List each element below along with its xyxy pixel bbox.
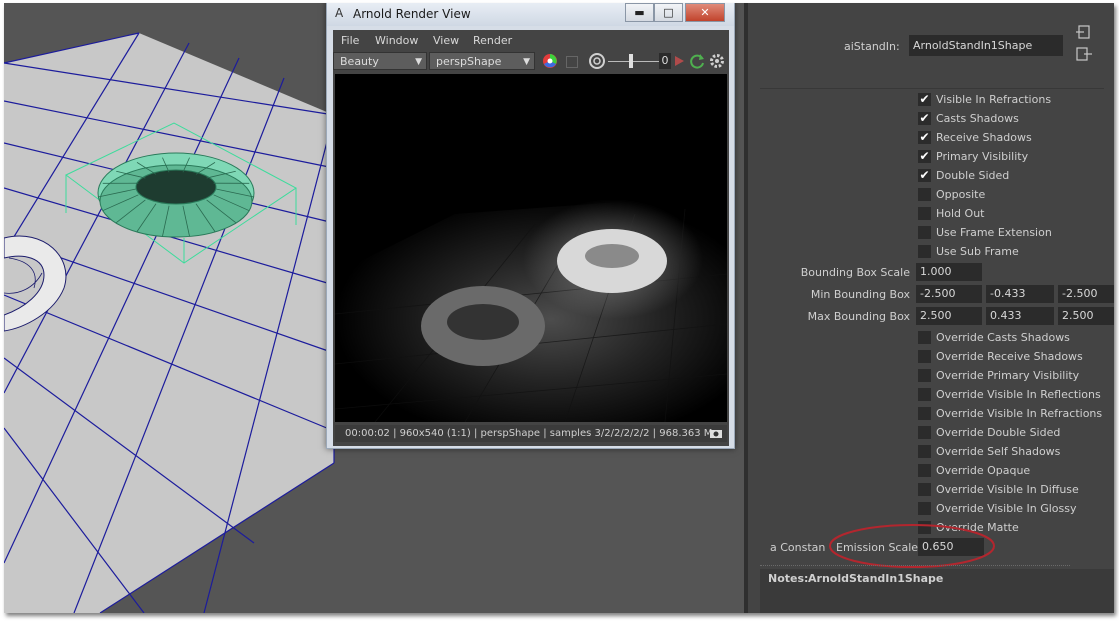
menu-file[interactable]: File — [341, 34, 359, 47]
visibility-checkbox-label: Casts Shadows — [936, 112, 1019, 125]
override-checkbox[interactable] — [918, 369, 931, 382]
render-status-bar: 00:00:02 | 960x540 (1:1) | perspShape | … — [335, 425, 727, 442]
exposure-aperture-icon[interactable] — [588, 52, 606, 70]
visibility-checkbox-label: Visible In Refractions — [936, 93, 1052, 106]
min-bbox-y-field[interactable]: -0.433 — [986, 285, 1054, 303]
visibility-checkbox[interactable]: ✔ — [918, 150, 931, 163]
maximize-button[interactable]: □ — [654, 3, 683, 22]
override-checkbox-label: Override Opaque — [936, 464, 1031, 477]
copy-tab-icon[interactable] — [1076, 47, 1092, 61]
visibility-checkbox[interactable] — [918, 188, 931, 201]
visibility-checkbox[interactable] — [918, 245, 931, 258]
max-bbox-x-field[interactable]: 2.500 — [916, 307, 982, 325]
rendered-image — [335, 194, 727, 422]
override-checkbox[interactable] — [918, 426, 931, 439]
gear-icon[interactable] — [708, 52, 726, 70]
override-checkbox[interactable] — [918, 350, 931, 363]
visibility-checkbox[interactable]: ✔ — [918, 112, 931, 125]
visibility-checkbox[interactable] — [918, 207, 931, 220]
override-checkbox[interactable] — [918, 407, 931, 420]
play-render-icon[interactable] — [673, 55, 685, 67]
annotation-ellipse — [829, 524, 995, 568]
bounding-box-scale-label: Bounding Box Scale — [800, 266, 910, 279]
render-window-title: Arnold Render View — [353, 7, 471, 21]
override-checkbox-label: Override Double Sided — [936, 426, 1061, 439]
override-checkbox-label: Override Visible In Reflections — [936, 388, 1101, 401]
override-checkbox[interactable] — [918, 464, 931, 477]
override-checkbox-label: Override Receive Shadows — [936, 350, 1083, 363]
camera-snapshot-icon[interactable] — [709, 428, 723, 439]
close-button[interactable]: ✕ — [685, 3, 725, 22]
arnold-render-view-window: A Arnold Render View ▬ □ ✕ File Window V… — [326, 3, 735, 449]
visibility-checkbox[interactable]: ✔ — [918, 131, 931, 144]
section-divider — [760, 88, 1104, 89]
max-bounding-box-label: Max Bounding Box — [807, 310, 910, 323]
override-checkbox[interactable] — [918, 445, 931, 458]
camera-dropdown[interactable]: perspShape ▼ — [429, 52, 535, 70]
notes-divider — [760, 565, 1070, 567]
menu-render[interactable]: Render — [473, 34, 512, 47]
aov-dropdown-value: Beauty — [340, 55, 379, 68]
color-channel-icon[interactable] — [541, 52, 559, 70]
override-checkbox[interactable] — [918, 483, 931, 496]
bounding-box-scale-field[interactable]: 1.000 — [916, 263, 982, 281]
emission-partial-label: a Constan — [770, 541, 826, 554]
chevron-down-icon: ▼ — [415, 57, 422, 67]
override-checkbox[interactable] — [918, 388, 931, 401]
visibility-checkbox-label: Primary Visibility — [936, 150, 1029, 163]
load-attributes-icon[interactable] — [1076, 25, 1092, 39]
menu-view[interactable]: View — [433, 34, 459, 47]
visibility-checkbox[interactable] — [918, 226, 931, 239]
visibility-checkbox-label: Use Sub Frame — [936, 245, 1019, 258]
override-checkbox-label: Override Visible In Refractions — [936, 407, 1103, 420]
application-window: aiStandIn: ArnoldStandIn1Shape ✔ Visible … — [4, 3, 1114, 613]
visibility-checkbox[interactable]: ✔ — [918, 93, 931, 106]
notes-label: Notes: — [768, 572, 809, 585]
max-bbox-z-field[interactable]: 2.500 — [1058, 307, 1114, 325]
override-checkbox-label: Override Primary Visibility — [936, 369, 1080, 382]
minimize-button[interactable]: ▬ — [625, 3, 654, 22]
min-bbox-z-field[interactable]: -2.500 — [1058, 285, 1114, 303]
camera-dropdown-value: perspShape — [436, 55, 502, 68]
notes-value: ArnoldStandIn1Shape — [808, 572, 944, 585]
override-checkbox-label: Override Casts Shadows — [936, 331, 1070, 344]
visibility-checkbox-label: Hold Out — [936, 207, 985, 220]
refresh-icon[interactable] — [688, 52, 706, 70]
max-bbox-y-field[interactable]: 0.433 — [986, 307, 1054, 325]
node-type-label: aiStandIn: — [844, 40, 900, 53]
menu-window[interactable]: Window — [375, 34, 418, 47]
visibility-checkbox-label: Opposite — [936, 188, 986, 201]
node-name-field[interactable]: ArnoldStandIn1Shape — [909, 35, 1063, 56]
arnold-logo-icon: A — [335, 6, 344, 20]
exposure-slider-handle[interactable] — [629, 54, 633, 68]
override-checkbox-label: Override Visible In Diffuse — [936, 483, 1079, 496]
override-checkbox-label: Override Self Shadows — [936, 445, 1061, 458]
min-bbox-x-field[interactable]: -2.500 — [916, 285, 982, 303]
visibility-checkbox-label: Use Frame Extension — [936, 226, 1052, 239]
render-window-body: File Window View Render Beauty ▼ perspSh… — [333, 30, 729, 446]
attribute-editor: aiStandIn: ArnoldStandIn1Shape ✔ Visible … — [748, 3, 1114, 613]
region-select-icon[interactable] — [566, 56, 578, 68]
aov-dropdown[interactable]: Beauty ▼ — [333, 52, 427, 70]
override-checkbox[interactable] — [918, 331, 931, 344]
visibility-checkbox[interactable]: ✔ — [918, 169, 931, 182]
render-canvas[interactable] — [335, 74, 727, 422]
exposure-value[interactable]: 0 — [659, 53, 671, 69]
chevron-down-icon: ▼ — [523, 57, 530, 67]
override-checkbox[interactable] — [918, 502, 931, 515]
visibility-checkbox-label: Receive Shadows — [936, 131, 1032, 144]
visibility-checkbox-label: Double Sided — [936, 169, 1010, 182]
exposure-slider-track[interactable] — [608, 61, 660, 62]
render-window-titlebar[interactable]: A Arnold Render View ▬ □ ✕ — [327, 3, 734, 26]
override-checkbox-label: Override Visible In Glossy — [936, 502, 1077, 515]
min-bounding-box-label: Min Bounding Box — [810, 288, 910, 301]
